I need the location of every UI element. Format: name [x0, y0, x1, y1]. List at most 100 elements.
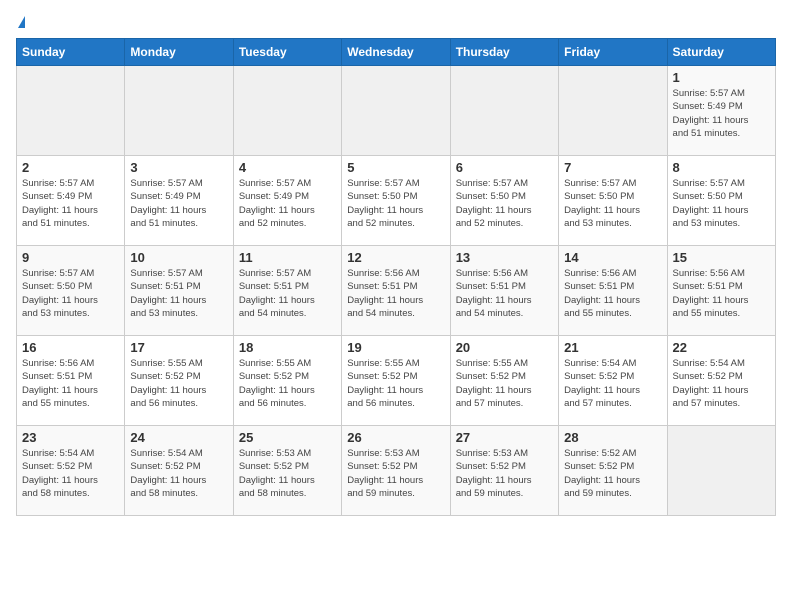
day-cell — [342, 66, 450, 156]
day-info: Sunrise: 5:57 AM Sunset: 5:51 PM Dayligh… — [130, 267, 227, 320]
day-cell: 3Sunrise: 5:57 AM Sunset: 5:49 PM Daylig… — [125, 156, 233, 246]
week-row-4: 16 Sunrise: 5:56 AM Sunset: 5:51 PM Dayli… — [17, 336, 776, 426]
day-info: Sunrise: 5:56 AM Sunset: 5:51 PM Dayligh… — [456, 267, 553, 320]
day-cell: 21 Sunrise: 5:54 AM Sunset: 5:52 PM Dayli… — [559, 336, 667, 426]
day-cell: 14 Sunrise: 5:56 AM Sunset: 5:51 PM Dayli… — [559, 246, 667, 336]
day-number: 28 — [564, 430, 661, 445]
week-row-5: 23 Sunrise: 5:54 AM Sunset: 5:52 PM Dayli… — [17, 426, 776, 516]
day-cell: 26 Sunrise: 5:53 AM Sunset: 5:52 PM Dayli… — [342, 426, 450, 516]
day-number: 11 — [239, 250, 336, 265]
day-info: Sunrise: 5:55 AM Sunset: 5:52 PM Dayligh… — [130, 357, 227, 410]
day-cell: 27 Sunrise: 5:53 AM Sunset: 5:52 PM Dayli… — [450, 426, 558, 516]
calendar-header-row: SundayMondayTuesdayWednesdayThursdayFrid… — [17, 39, 776, 66]
day-info: Sunrise: 5:57 AM Sunset: 5:50 PM Dayligh… — [673, 177, 770, 230]
day-info: Sunrise: 5:53 AM Sunset: 5:52 PM Dayligh… — [239, 447, 336, 500]
day-number: 24 — [130, 430, 227, 445]
day-cell — [233, 66, 341, 156]
day-cell: 28 Sunrise: 5:52 AM Sunset: 5:52 PM Dayli… — [559, 426, 667, 516]
day-number: 7 — [564, 160, 661, 175]
day-cell: 23 Sunrise: 5:54 AM Sunset: 5:52 PM Dayli… — [17, 426, 125, 516]
day-info: Sunrise: 5:56 AM Sunset: 5:51 PM Dayligh… — [22, 357, 119, 410]
day-info: Sunrise: 5:52 AM Sunset: 5:52 PM Dayligh… — [564, 447, 661, 500]
day-cell: 12Sunrise: 5:56 AM Sunset: 5:51 PM Dayli… — [342, 246, 450, 336]
week-row-1: 1Sunrise: 5:57 AM Sunset: 5:49 PM Daylig… — [17, 66, 776, 156]
day-cell: 11 Sunrise: 5:57 AM Sunset: 5:51 PM Dayli… — [233, 246, 341, 336]
day-number: 15 — [673, 250, 770, 265]
day-info: Sunrise: 5:57 AM Sunset: 5:51 PM Dayligh… — [239, 267, 336, 320]
day-number: 6 — [456, 160, 553, 175]
day-cell: 6 Sunrise: 5:57 AM Sunset: 5:50 PM Daylig… — [450, 156, 558, 246]
day-number: 21 — [564, 340, 661, 355]
logo-triangle-icon — [18, 16, 25, 28]
day-info: Sunrise: 5:54 AM Sunset: 5:52 PM Dayligh… — [130, 447, 227, 500]
day-cell — [667, 426, 775, 516]
day-number: 5 — [347, 160, 444, 175]
day-number: 26 — [347, 430, 444, 445]
week-row-2: 2 Sunrise: 5:57 AM Sunset: 5:49 PM Daylig… — [17, 156, 776, 246]
logo — [16, 16, 25, 28]
day-number: 10 — [130, 250, 227, 265]
day-number: 25 — [239, 430, 336, 445]
day-cell: 13 Sunrise: 5:56 AM Sunset: 5:51 PM Dayli… — [450, 246, 558, 336]
day-number: 16 — [22, 340, 119, 355]
day-cell: 18 Sunrise: 5:55 AM Sunset: 5:52 PM Dayli… — [233, 336, 341, 426]
day-number: 19 — [347, 340, 444, 355]
day-number: 4 — [239, 160, 336, 175]
day-number: 3 — [130, 160, 227, 175]
day-number: 14 — [564, 250, 661, 265]
day-cell — [125, 66, 233, 156]
day-info: Sunrise: 5:54 AM Sunset: 5:52 PM Dayligh… — [673, 357, 770, 410]
day-cell: 7 Sunrise: 5:57 AM Sunset: 5:50 PM Daylig… — [559, 156, 667, 246]
day-number: 18 — [239, 340, 336, 355]
day-cell: 5 Sunrise: 5:57 AM Sunset: 5:50 PM Daylig… — [342, 156, 450, 246]
day-info: Sunrise: 5:56 AM Sunset: 5:51 PM Dayligh… — [673, 267, 770, 320]
day-number: 9 — [22, 250, 119, 265]
day-info: Sunrise: 5:55 AM Sunset: 5:52 PM Dayligh… — [347, 357, 444, 410]
day-number: 2 — [22, 160, 119, 175]
day-info: Sunrise: 5:53 AM Sunset: 5:52 PM Dayligh… — [456, 447, 553, 500]
day-info: Sunrise: 5:57 AM Sunset: 5:50 PM Dayligh… — [456, 177, 553, 230]
day-info: Sunrise: 5:55 AM Sunset: 5:52 PM Dayligh… — [239, 357, 336, 410]
day-cell: 19 Sunrise: 5:55 AM Sunset: 5:52 PM Dayli… — [342, 336, 450, 426]
day-number: 20 — [456, 340, 553, 355]
week-row-3: 9 Sunrise: 5:57 AM Sunset: 5:50 PM Daylig… — [17, 246, 776, 336]
day-info: Sunrise: 5:57 AM Sunset: 5:49 PM Dayligh… — [673, 87, 770, 140]
day-info: Sunrise: 5:56 AM Sunset: 5:51 PM Dayligh… — [564, 267, 661, 320]
page-header — [16, 16, 776, 28]
day-cell — [450, 66, 558, 156]
column-header-friday: Friday — [559, 39, 667, 66]
day-cell: 16 Sunrise: 5:56 AM Sunset: 5:51 PM Dayli… — [17, 336, 125, 426]
day-info: Sunrise: 5:57 AM Sunset: 5:50 PM Dayligh… — [564, 177, 661, 230]
day-cell: 9 Sunrise: 5:57 AM Sunset: 5:50 PM Daylig… — [17, 246, 125, 336]
day-info: Sunrise: 5:53 AM Sunset: 5:52 PM Dayligh… — [347, 447, 444, 500]
column-header-sunday: Sunday — [17, 39, 125, 66]
day-number: 22 — [673, 340, 770, 355]
column-header-tuesday: Tuesday — [233, 39, 341, 66]
column-header-saturday: Saturday — [667, 39, 775, 66]
day-cell: 4Sunrise: 5:57 AM Sunset: 5:49 PM Daylig… — [233, 156, 341, 246]
day-cell: 25 Sunrise: 5:53 AM Sunset: 5:52 PM Dayli… — [233, 426, 341, 516]
day-cell: 20 Sunrise: 5:55 AM Sunset: 5:52 PM Dayli… — [450, 336, 558, 426]
day-info: Sunrise: 5:54 AM Sunset: 5:52 PM Dayligh… — [564, 357, 661, 410]
day-number: 12 — [347, 250, 444, 265]
day-cell: 22 Sunrise: 5:54 AM Sunset: 5:52 PM Dayli… — [667, 336, 775, 426]
day-number: 13 — [456, 250, 553, 265]
calendar-table: SundayMondayTuesdayWednesdayThursdayFrid… — [16, 38, 776, 516]
day-number: 23 — [22, 430, 119, 445]
column-header-wednesday: Wednesday — [342, 39, 450, 66]
column-header-thursday: Thursday — [450, 39, 558, 66]
day-cell: 1Sunrise: 5:57 AM Sunset: 5:49 PM Daylig… — [667, 66, 775, 156]
day-number: 27 — [456, 430, 553, 445]
day-cell: 15 Sunrise: 5:56 AM Sunset: 5:51 PM Dayli… — [667, 246, 775, 336]
day-cell: 10 Sunrise: 5:57 AM Sunset: 5:51 PM Dayli… — [125, 246, 233, 336]
day-info: Sunrise: 5:57 AM Sunset: 5:50 PM Dayligh… — [22, 267, 119, 320]
day-cell — [559, 66, 667, 156]
day-info: Sunrise: 5:55 AM Sunset: 5:52 PM Dayligh… — [456, 357, 553, 410]
day-info: Sunrise: 5:54 AM Sunset: 5:52 PM Dayligh… — [22, 447, 119, 500]
day-cell — [17, 66, 125, 156]
day-cell: 17Sunrise: 5:55 AM Sunset: 5:52 PM Dayli… — [125, 336, 233, 426]
day-info: Sunrise: 5:57 AM Sunset: 5:50 PM Dayligh… — [347, 177, 444, 230]
day-info: Sunrise: 5:57 AM Sunset: 5:49 PM Dayligh… — [22, 177, 119, 230]
column-header-monday: Monday — [125, 39, 233, 66]
day-cell: 2 Sunrise: 5:57 AM Sunset: 5:49 PM Daylig… — [17, 156, 125, 246]
